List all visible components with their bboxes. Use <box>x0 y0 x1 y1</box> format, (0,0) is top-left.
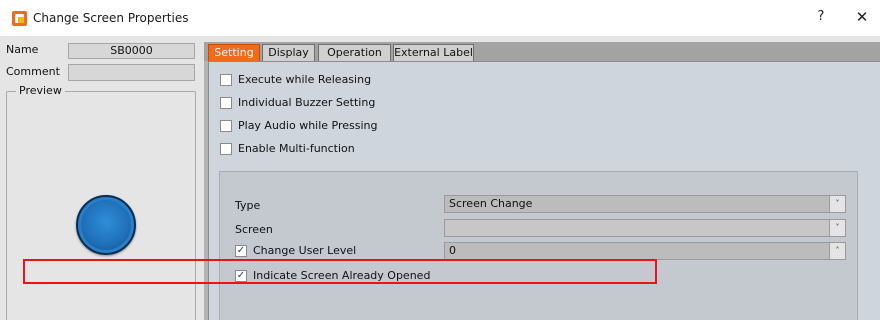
type-label: Type <box>235 199 261 212</box>
name-label: Name <box>6 43 39 56</box>
spin-up-icon[interactable]: ˄ <box>829 243 845 259</box>
user-level-spinner[interactable]: 0 ˄ <box>444 242 846 260</box>
screen-label: Screen <box>235 223 273 236</box>
comment-label: Comment <box>6 65 60 78</box>
chevron-down-icon[interactable]: ˅ <box>829 220 845 236</box>
screen-dropdown[interactable]: ˅ <box>444 219 846 237</box>
checkbox[interactable] <box>220 74 232 86</box>
comment-field[interactable] <box>68 64 195 81</box>
chevron-down-icon[interactable]: ˅ <box>829 196 845 212</box>
type-dropdown[interactable]: Screen Change ˅ <box>444 195 846 213</box>
tab-display[interactable]: Display <box>262 44 315 61</box>
preview-label: Preview <box>16 84 65 97</box>
help-button[interactable]: ? <box>813 9 829 27</box>
checkbox[interactable] <box>220 120 232 132</box>
tab-external-label[interactable]: External Label <box>393 44 474 61</box>
checkbox[interactable] <box>220 143 232 155</box>
dialog-body: Name SB0000 Comment Preview Setting Disp… <box>0 36 880 320</box>
app-icon <box>12 11 27 26</box>
option-label: Enable Multi-function <box>238 142 355 155</box>
user-level-value: 0 <box>449 244 456 257</box>
tab-bar: Setting Display Operation External Label <box>204 42 880 62</box>
window-title: Change Screen Properties <box>33 11 189 25</box>
tab-setting[interactable]: Setting <box>208 44 260 62</box>
preview-button-graphic <box>76 195 136 255</box>
option-label: Change User Level <box>253 244 357 257</box>
close-button[interactable]: ✕ <box>853 8 871 26</box>
title-bar: Change Screen Properties ? ✕ <box>0 0 880 36</box>
option-label: Execute while Releasing <box>238 73 372 86</box>
tab-operation[interactable]: Operation <box>318 44 391 61</box>
highlight-box <box>23 259 657 284</box>
checkbox[interactable] <box>220 97 232 109</box>
name-field[interactable]: SB0000 <box>68 43 195 59</box>
option-label: Play Audio while Pressing <box>238 119 378 132</box>
option-label: Individual Buzzer Setting <box>238 96 376 109</box>
type-value: Screen Change <box>449 197 533 210</box>
checkbox-checked[interactable]: ✓ <box>235 245 247 257</box>
action-group: Type Screen Change ˅ Screen ˅ ✓ Change U… <box>219 171 858 320</box>
